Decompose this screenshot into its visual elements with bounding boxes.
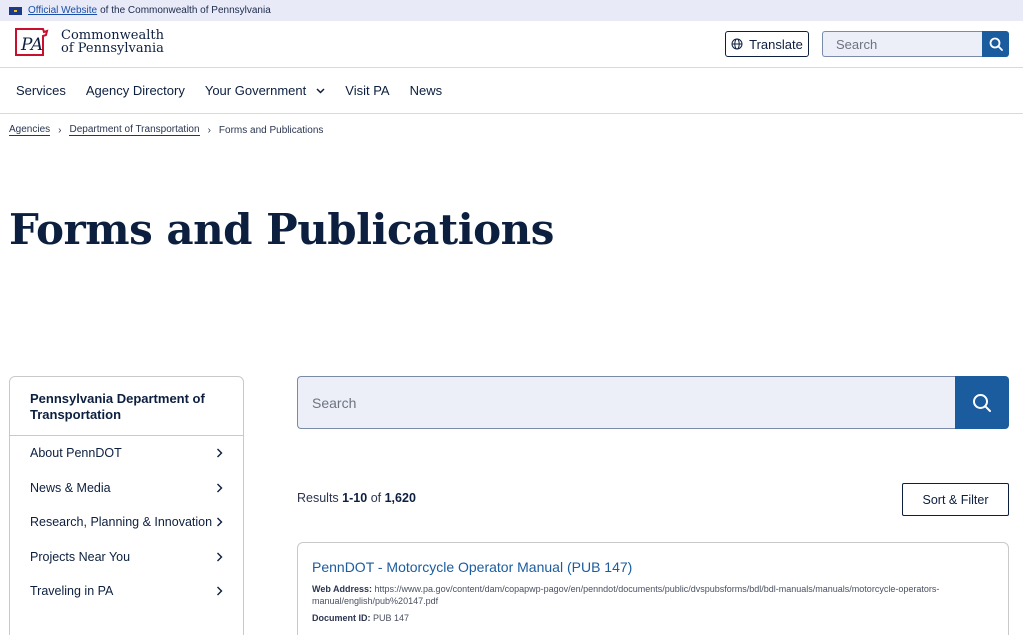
sort-filter-button[interactable]: Sort & Filter bbox=[902, 483, 1009, 516]
chevron-right-icon bbox=[217, 483, 223, 493]
nav-item-label: Your Government bbox=[204, 83, 307, 98]
search-icon bbox=[989, 37, 1003, 51]
nav-item-label: Services bbox=[16, 83, 66, 98]
svg-text:PA: PA bbox=[20, 35, 43, 55]
publications-search-input[interactable]: Search bbox=[297, 376, 956, 429]
sidebar-item-label: Projects Near You bbox=[30, 549, 131, 564]
nav-item-services[interactable]: Services bbox=[16, 83, 66, 98]
chevron-right-icon bbox=[217, 448, 223, 458]
pa-flag-icon bbox=[9, 6, 22, 15]
sidebar-item-label: News & Media bbox=[30, 480, 111, 495]
pa-logo-icon: PA bbox=[15, 28, 49, 56]
sidebar-item-label: About PennDOT bbox=[30, 446, 122, 461]
main-nav: Services Agency Directory Your Governmen… bbox=[0, 68, 1023, 114]
result-card: PennDOT - Motorcycle Operator Manual (PU… bbox=[297, 542, 1009, 635]
nav-item-label: News bbox=[409, 83, 443, 98]
result-document-id: Document ID: PUB 147 bbox=[312, 612, 994, 624]
sidebar-nav: Pennsylvania Department of Transportatio… bbox=[9, 376, 244, 635]
header-search-button[interactable] bbox=[982, 31, 1009, 57]
chevron-right-icon bbox=[217, 517, 223, 527]
breadcrumb-current: Forms and Publications bbox=[218, 124, 324, 136]
header-search-input[interactable]: Search bbox=[822, 31, 982, 57]
official-banner: Official Website of the Commonwealth of … bbox=[0, 0, 1023, 21]
document-id-value: PUB 147 bbox=[373, 613, 410, 623]
header-search-placeholder: Search bbox=[836, 36, 878, 52]
pa-logo[interactable]: PA Commonwealth of Pennsylvania bbox=[13, 26, 164, 58]
nav-item-label: Agency Directory bbox=[85, 83, 185, 98]
chevron-right-icon bbox=[217, 586, 223, 596]
results-prefix: Results bbox=[297, 491, 339, 505]
nav-item-news[interactable]: News bbox=[410, 83, 443, 98]
page-title: Forms and Publications bbox=[9, 205, 554, 254]
results-count: Results 1-10 of 1,620 bbox=[297, 491, 416, 505]
site-header: PA Commonwealth of Pennsylvania Translat… bbox=[0, 21, 1023, 68]
web-address-value: https://www.pa.gov/content/dam/copapwp-p… bbox=[312, 584, 940, 606]
sidebar-item-news-media[interactable]: News & Media bbox=[10, 471, 243, 506]
sidebar-item-label: Traveling in PA bbox=[30, 584, 114, 599]
publications-search-placeholder: Search bbox=[312, 394, 357, 411]
publications-search-button[interactable] bbox=[955, 376, 1009, 429]
globe-icon bbox=[731, 38, 743, 50]
logo-text: Commonwealth of Pennsylvania bbox=[61, 29, 164, 55]
sidebar-item-research-planning-innovation[interactable]: Research, Planning & Innovation bbox=[10, 505, 243, 540]
chevron-right-icon bbox=[217, 552, 223, 562]
web-address-label: Web Address: bbox=[312, 584, 373, 594]
translate-label: Translate bbox=[749, 36, 803, 52]
chevron-right-icon: › bbox=[58, 124, 62, 136]
chevron-down-icon bbox=[316, 87, 325, 94]
sidebar-item-label: Research, Planning & Innovation bbox=[30, 515, 213, 530]
sidebar-item-traveling-in-pa[interactable]: Traveling in PA bbox=[10, 574, 243, 609]
sidebar-item-projects-near-you[interactable]: Projects Near You bbox=[10, 540, 243, 575]
sidebar-item-about-penndot[interactable]: About PennDOT bbox=[10, 436, 243, 471]
search-icon bbox=[973, 393, 991, 412]
nav-item-visit-pa[interactable]: Visit PA bbox=[345, 83, 389, 98]
nav-item-your-government[interactable]: Your Government bbox=[205, 83, 325, 98]
results-total: 1,620 bbox=[384, 491, 416, 505]
translate-button[interactable]: Translate bbox=[725, 31, 809, 57]
document-id-label: Document ID: bbox=[312, 613, 371, 623]
chevron-right-icon: › bbox=[207, 124, 211, 136]
breadcrumb-department-of-transportation[interactable]: Department of Transportation bbox=[69, 124, 200, 136]
sidebar-title[interactable]: Pennsylvania Department of Transportatio… bbox=[10, 377, 243, 436]
result-title-link[interactable]: PennDOT - Motorcycle Operator Manual (PU… bbox=[312, 559, 994, 575]
results-of: of bbox=[370, 491, 382, 505]
results-range: 1-10 bbox=[342, 491, 368, 505]
breadcrumb: Agencies › Department of Transportation … bbox=[9, 124, 323, 136]
result-web-address: Web Address: https://www.pa.gov/content/… bbox=[312, 583, 994, 607]
official-banner-text: of the Commonwealth of Pennsylvania bbox=[100, 5, 271, 16]
official-website-link[interactable]: Official Website bbox=[28, 5, 97, 16]
nav-item-label: Visit PA bbox=[345, 83, 390, 98]
nav-item-agency-directory[interactable]: Agency Directory bbox=[86, 83, 185, 98]
logo-line-2: of Pennsylvania bbox=[61, 41, 164, 56]
breadcrumb-agencies[interactable]: Agencies bbox=[9, 124, 51, 136]
